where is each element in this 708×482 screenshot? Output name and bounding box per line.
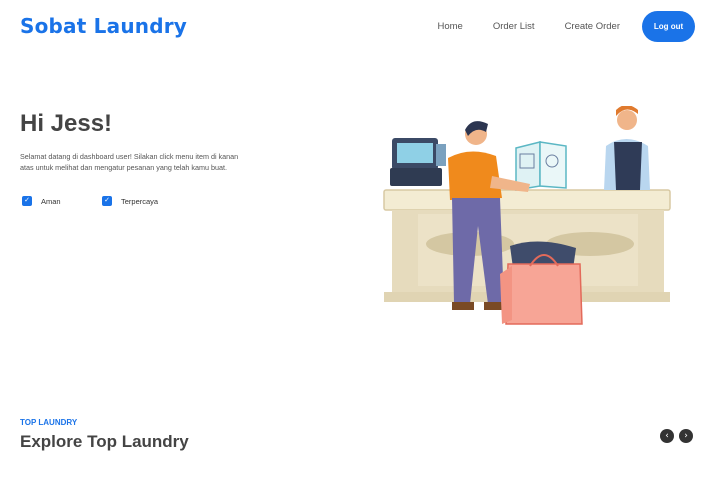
section-title: Explore Top Laundry [20, 432, 189, 451]
section-kicker: TOP LAUNDRY [20, 418, 78, 427]
feature-label: Terpercaya [121, 196, 159, 206]
laundry-illustration [383, 106, 671, 325]
carousel-prev-button[interactable]: ‹ [660, 429, 674, 443]
chevron-left-icon: ‹ [665, 431, 669, 441]
feature-item-aman: ✓ Aman [22, 196, 61, 206]
brand-logo[interactable]: Sobat Laundry [20, 14, 187, 38]
nav-links: Home Order List Create Order [408, 21, 621, 32]
chevron-right-icon: › [684, 431, 688, 441]
nav-order-list[interactable]: Order List [493, 21, 535, 32]
logout-button[interactable]: Log out [642, 11, 695, 42]
feature-label: Aman [41, 196, 61, 206]
check-icon: ✓ [22, 196, 32, 206]
hero-description: Selamat datang di dashboard user! Silaka… [20, 152, 239, 172]
feature-item-terpercaya: ✓ Terpercaya [102, 196, 158, 206]
carousel-next-button[interactable]: › [679, 429, 693, 443]
nav-create-order[interactable]: Create Order [565, 21, 620, 32]
navbar: Sobat Laundry Home Order List Create Ord… [0, 0, 708, 56]
nav-home[interactable]: Home [438, 21, 463, 32]
check-icon: ✓ [102, 196, 112, 206]
hero-greeting: Hi Jess! [20, 110, 113, 137]
